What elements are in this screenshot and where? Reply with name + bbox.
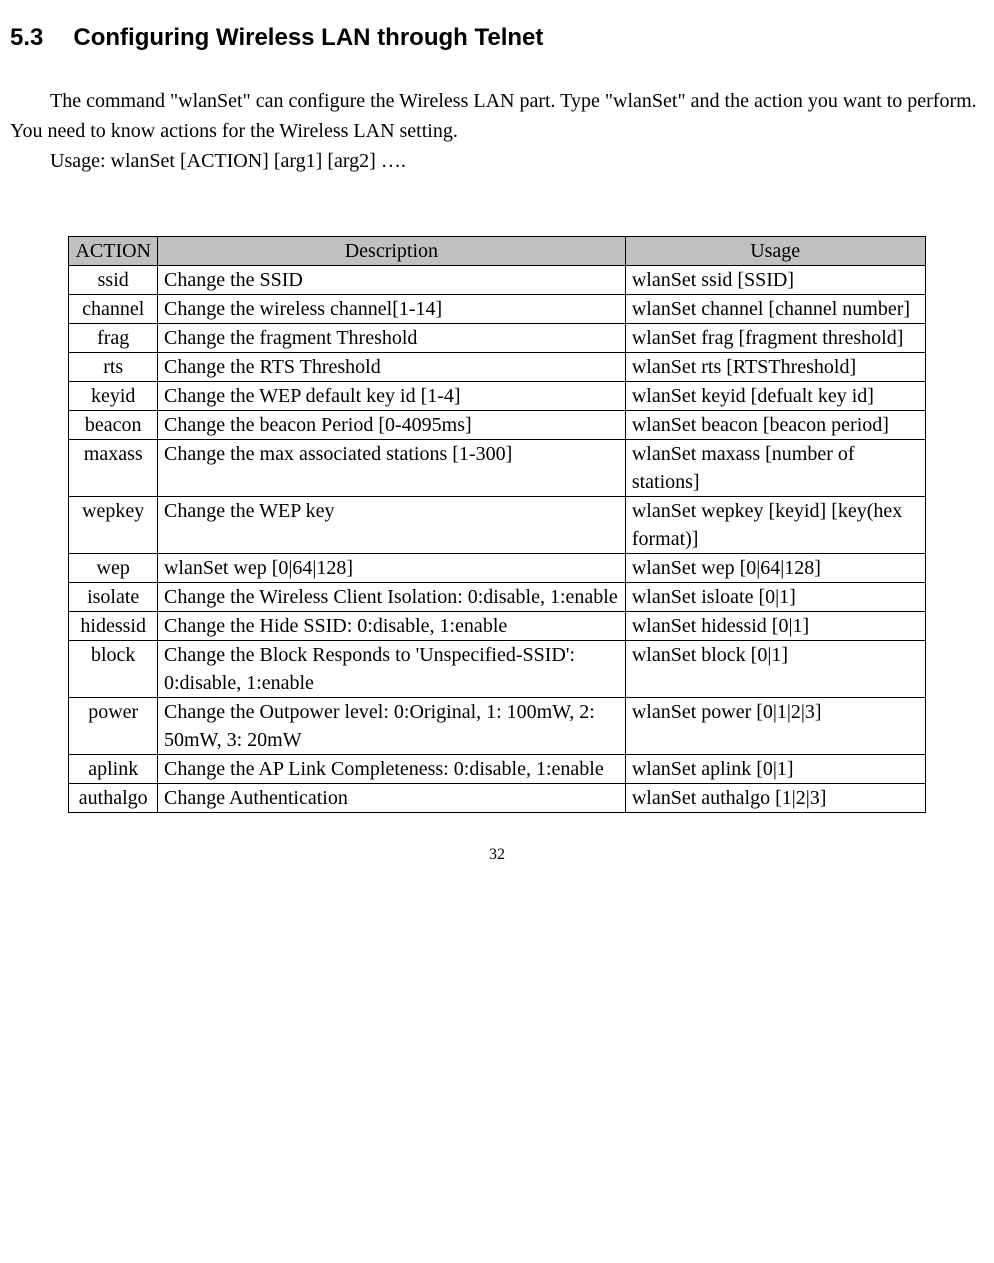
cell-usage: wlanSet hidessid [0|1] [625,612,925,641]
cell-description: Change the Block Responds to 'Unspecifie… [157,641,625,698]
table-body: ssidChange the SSIDwlanSet ssid [SSID]ch… [69,266,925,813]
paragraph-2: Usage: wlanSet [ACTION] [arg1] [arg2] …. [10,146,984,176]
table-row: beaconChange the beacon Period [0-4095ms… [69,411,925,440]
cell-description: Change the fragment Threshold [157,324,625,353]
cell-usage: wlanSet authalgo [1|2|3] [625,784,925,813]
table-row: isolateChange the Wireless Client Isolat… [69,583,925,612]
cell-description: Change the WEP key [157,497,625,554]
table-header-row: ACTION Description Usage [69,237,925,266]
table-row: keyidChange the WEP default key id [1-4]… [69,382,925,411]
table-row: fragChange the fragment ThresholdwlanSet… [69,324,925,353]
table-row: authalgoChange AuthenticationwlanSet aut… [69,784,925,813]
section-number: 5.3 [10,20,43,56]
cell-description: Change the Wireless Client Isolation: 0:… [157,583,625,612]
cell-action: beacon [69,411,158,440]
table-row: ssidChange the SSIDwlanSet ssid [SSID] [69,266,925,295]
section-heading: 5.3 Configuring Wireless LAN through Teln… [10,20,984,56]
table-row: rtsChange the RTS ThresholdwlanSet rts [… [69,353,925,382]
cell-action: maxass [69,440,158,497]
table-row: aplinkChange the AP Link Completeness: 0… [69,755,925,784]
table-row: maxassChange the max associated stations… [69,440,925,497]
cell-description: Change the WEP default key id [1-4] [157,382,625,411]
cell-description: Change the AP Link Completeness: 0:disab… [157,755,625,784]
cell-action: isolate [69,583,158,612]
cell-usage: wlanSet maxass [number of stations] [625,440,925,497]
cell-usage: wlanSet wep [0|64|128] [625,554,925,583]
cell-action: hidessid [69,612,158,641]
section-title: Configuring Wireless LAN through Telnet [73,24,543,51]
cell-usage: wlanSet power [0|1|2|3] [625,698,925,755]
cell-description: wlanSet wep [0|64|128] [157,554,625,583]
table-row: powerChange the Outpower level: 0:Origin… [69,698,925,755]
cell-description: Change the Hide SSID: 0:disable, 1:enabl… [157,612,625,641]
cell-action: aplink [69,755,158,784]
body-text: The command "wlanSet" can configure the … [10,86,984,176]
table-row: wepkeyChange the WEP keywlanSet wepkey [… [69,497,925,554]
cell-usage: wlanSet aplink [0|1] [625,755,925,784]
header-action: ACTION [69,237,158,266]
cell-action: ssid [69,266,158,295]
actions-table: ACTION Description Usage ssidChange the … [68,236,925,813]
paragraph-1: The command "wlanSet" can configure the … [10,86,984,146]
cell-usage: wlanSet ssid [SSID] [625,266,925,295]
cell-usage: wlanSet wepkey [keyid] [key(hex format)] [625,497,925,554]
cell-description: Change the SSID [157,266,625,295]
table-row: blockChange the Block Responds to 'Unspe… [69,641,925,698]
cell-action: block [69,641,158,698]
cell-description: Change the max associated stations [1-30… [157,440,625,497]
cell-usage: wlanSet beacon [beacon period] [625,411,925,440]
cell-description: Change the Outpower level: 0:Original, 1… [157,698,625,755]
table-row: wepwlanSet wep [0|64|128]wlanSet wep [0|… [69,554,925,583]
cell-usage: wlanSet rts [RTSThreshold] [625,353,925,382]
cell-description: Change Authentication [157,784,625,813]
cell-action: frag [69,324,158,353]
cell-action: authalgo [69,784,158,813]
cell-usage: wlanSet isloate [0|1] [625,583,925,612]
cell-action: rts [69,353,158,382]
cell-action: power [69,698,158,755]
cell-description: Change the RTS Threshold [157,353,625,382]
table-row: channelChange the wireless channel[1-14]… [69,295,925,324]
cell-action: wepkey [69,497,158,554]
cell-description: Change the beacon Period [0-4095ms] [157,411,625,440]
cell-action: wep [69,554,158,583]
cell-action: channel [69,295,158,324]
page-number: 32 [10,843,984,867]
cell-usage: wlanSet frag [fragment threshold] [625,324,925,353]
cell-usage: wlanSet keyid [defualt key id] [625,382,925,411]
cell-usage: wlanSet channel [channel number] [625,295,925,324]
header-description: Description [157,237,625,266]
cell-usage: wlanSet block [0|1] [625,641,925,698]
table-row: hidessidChange the Hide SSID: 0:disable,… [69,612,925,641]
header-usage: Usage [625,237,925,266]
cell-action: keyid [69,382,158,411]
cell-description: Change the wireless channel[1-14] [157,295,625,324]
